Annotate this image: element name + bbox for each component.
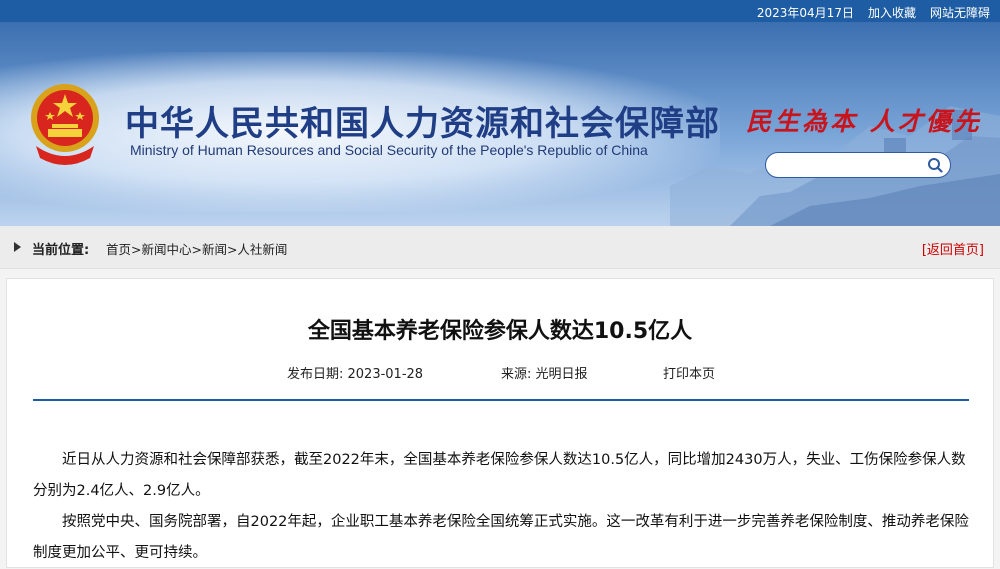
breadcrumb-path[interactable]: 首页>新闻中心>新闻>人社新闻 bbox=[106, 239, 287, 258]
publish-date: 发布日期: 2023-01-28 bbox=[287, 367, 424, 382]
top-bar: 2023年04月17日 加入收藏 网站无障碍 bbox=[0, 0, 1000, 22]
back-home-link[interactable]: [返回首页] bbox=[922, 239, 984, 258]
triangle-right-icon bbox=[14, 242, 21, 252]
search-input[interactable] bbox=[765, 152, 951, 178]
add-favorite-link[interactable]: 加入收藏 bbox=[868, 4, 916, 21]
slogan: 民生為本 人才優先 bbox=[746, 107, 982, 136]
article-paragraph: 近日从人力资源和社会保障部获悉，截至2022年末，全国基本养老保险参保人数达10… bbox=[33, 452, 966, 499]
breadcrumb: 当前位置: 首页>新闻中心>新闻>人社新闻 [返回首页] bbox=[0, 226, 1000, 269]
article-source: 来源: 光明日报 bbox=[501, 367, 588, 382]
accessibility-link[interactable]: 网站无障碍 bbox=[930, 4, 990, 21]
breadcrumb-label: 当前位置: bbox=[32, 243, 90, 258]
site-banner: 中华人民共和国人力资源和社会保障部 Ministry of Human Reso… bbox=[0, 22, 1000, 226]
site-title-english: Ministry of Human Resources and Social S… bbox=[130, 142, 648, 158]
current-date: 2023年04月17日 bbox=[756, 6, 854, 20]
national-emblem-icon bbox=[31, 84, 99, 165]
article-container: 全国基本养老保险参保人数达10.5亿人 发布日期: 2023-01-28 来源:… bbox=[6, 278, 994, 568]
article-paragraph: 按照党中央、国务院部署，自2022年起，企业职工基本养老保险全国统筹正式实施。这… bbox=[33, 514, 969, 561]
search-icon[interactable] bbox=[926, 156, 944, 174]
great-wall-image bbox=[670, 106, 1000, 226]
print-page-link[interactable]: 打印本页 bbox=[663, 363, 715, 382]
title-divider bbox=[33, 399, 969, 401]
site-title: 中华人民共和国人力资源和社会保障部 bbox=[125, 104, 720, 144]
article-title: 全国基本养老保险参保人数达10.5亿人 bbox=[307, 319, 693, 344]
